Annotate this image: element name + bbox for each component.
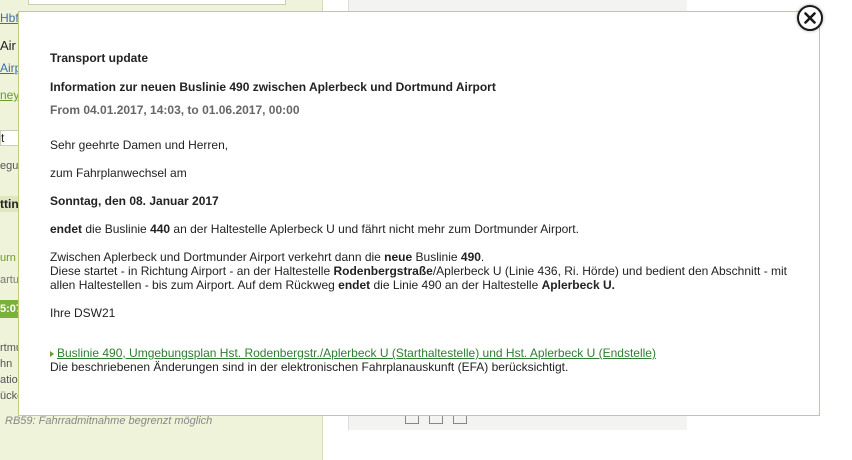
paragraph-line-440: endet die Buslinie 440 an der Haltestell… <box>50 222 579 236</box>
signature: Ihre DSW21 <box>50 306 116 320</box>
validity-period: From 04.01.2017, 14:03, to 01.06.2017, 0… <box>50 103 300 117</box>
arrow-right-icon <box>50 350 54 357</box>
background-input-fragment <box>28 0 286 5</box>
bg-fragment: urn <box>0 252 16 264</box>
footer-note: Die beschriebenen Änderungen sind in der… <box>50 360 569 374</box>
bg-fragment: hn <box>0 358 13 370</box>
bg-fragment: egu <box>0 160 19 172</box>
route-map-link[interactable]: Buslinie 490, Umgebungsplan Hst. Rodenbe… <box>57 346 656 360</box>
greeting: Sehr geehrte Damen und Herren, <box>50 138 229 152</box>
bg-fragment: t <box>1 131 5 145</box>
change-date: Sonntag, den 08. Januar 2017 <box>50 194 219 208</box>
intro-text: zum Fahrplanwechsel am <box>50 166 187 180</box>
dialog-title: Information zur neuen Buslinie 490 zwisc… <box>50 80 496 94</box>
close-button[interactable] <box>797 5 823 31</box>
bg-fragment: artu <box>0 274 19 286</box>
paragraph-line-490: Zwischen Aplerbeck und Dortmunder Airpor… <box>50 250 788 292</box>
bg-fragment: Air <box>0 38 16 53</box>
close-icon <box>804 12 816 24</box>
transport-update-dialog: Transport update Information zur neuen B… <box>18 11 820 416</box>
bg-fragment: ney <box>0 88 20 102</box>
dialog-heading: Transport update <box>50 51 149 65</box>
map-link-row: Buslinie 490, Umgebungsplan Hst. Rodenbe… <box>50 346 656 360</box>
bg-fragment: ttin <box>0 197 19 211</box>
bg-fragment: Hbf <box>0 11 19 25</box>
bg-caption: RB59: Fahrradmitnahme begrenzt möglich <box>5 415 213 427</box>
